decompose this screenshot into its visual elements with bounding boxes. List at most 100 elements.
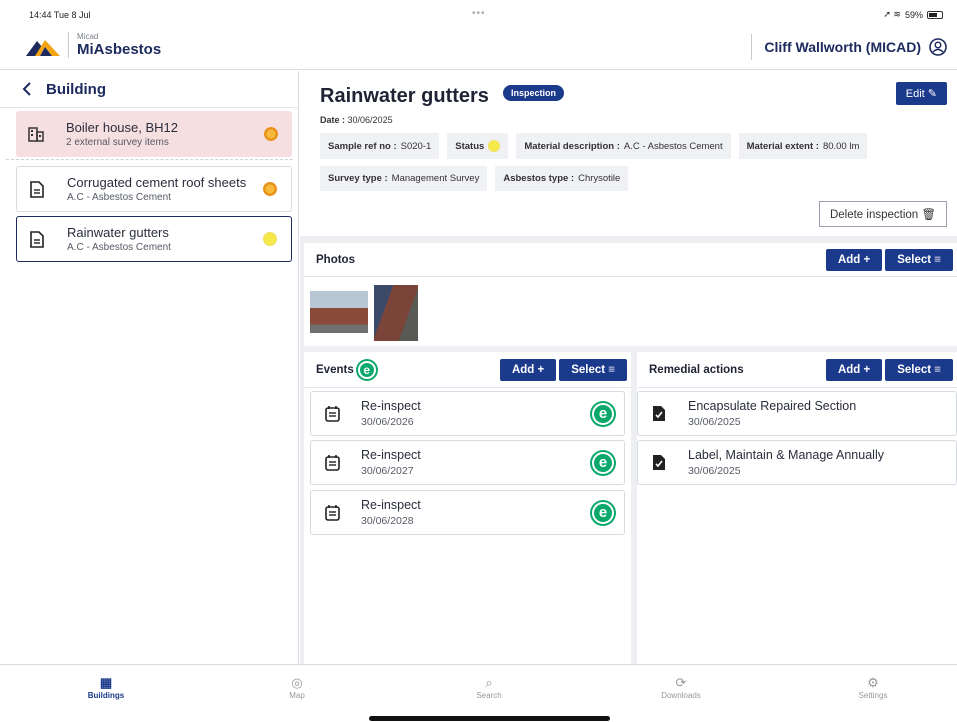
- event-e-icon: e: [357, 360, 376, 379]
- sidebar-item-subtitle: 2 external survey items: [66, 137, 169, 148]
- field-material-extent: Material extent :80.00 lm: [738, 133, 868, 159]
- events-add-button[interactable]: Add +: [499, 358, 557, 381]
- status-dot-icon: [264, 127, 278, 141]
- calendar-icon: [321, 454, 343, 471]
- sidebar-item-subtitle: A.C - Asbestos Cement: [67, 242, 171, 253]
- field-status: Status: [447, 133, 509, 159]
- wifi-icon: ➚ ≋: [883, 9, 901, 19]
- search-icon: ⌕: [485, 675, 493, 690]
- photo-thumbnail[interactable]: [310, 291, 368, 333]
- chevron-left-icon: [22, 82, 31, 96]
- calendar-icon: [321, 405, 343, 422]
- inspection-date: Date : 30/06/2025: [320, 115, 393, 125]
- event-title: Re-inspect: [361, 498, 421, 512]
- photos-header: Photos Add + Select ≡: [304, 243, 957, 277]
- document-check-icon: [648, 405, 670, 422]
- tab-downloads[interactable]: ⟳ Downloads: [621, 675, 741, 700]
- photo-thumbnail[interactable]: [374, 285, 418, 341]
- edit-button[interactable]: Edit ✎: [895, 82, 947, 105]
- sidebar-item-boiler-house[interactable]: Boiler house, BH12 2 external survey ite…: [16, 111, 292, 157]
- field-asbestos-type: Asbestos type : Chrysotile: [495, 166, 629, 191]
- brand: Micad MiAsbestos: [68, 32, 161, 58]
- event-date: 30/06/2028: [361, 515, 414, 527]
- sidebar-item-roof-sheets[interactable]: Corrugated cement roof sheets A.C - Asbe…: [16, 166, 292, 212]
- field-sample-ref: Sample ref no : S020-1: [320, 133, 440, 159]
- sidebar-item-title: Rainwater gutters: [67, 225, 169, 240]
- event-card[interactable]: Re-inspect 30/06/2028 e: [310, 490, 625, 535]
- sync-icon: ⟳: [675, 675, 687, 690]
- tab-search[interactable]: ⌕ Search: [429, 675, 549, 700]
- events-panel: Events e Add + Select ≡ Re-inspect 30/06/…: [304, 352, 631, 664]
- status-dot-icon: [263, 182, 277, 196]
- remedial-add-button[interactable]: Add +: [825, 358, 883, 381]
- photos-select-button[interactable]: Select ≡: [885, 248, 953, 271]
- remedial-date: 30/06/2025: [688, 416, 741, 428]
- remedial-select-button[interactable]: Select ≡: [885, 358, 953, 381]
- field-material-description: Material description : A.C - Asbestos Cem…: [516, 133, 731, 159]
- back-button[interactable]: Building: [0, 71, 298, 107]
- remedial-card[interactable]: Label, Maintain & Manage Annually 30/06/2…: [637, 440, 957, 485]
- event-title: Re-inspect: [361, 448, 421, 462]
- user-icon: [929, 38, 947, 56]
- remedial-card[interactable]: Encapsulate Repaired Section 30/06/2025: [637, 391, 957, 436]
- events-title: Events: [316, 363, 354, 376]
- building-icon: [26, 126, 46, 142]
- tab-settings[interactable]: ⚙ Settings: [813, 675, 933, 700]
- event-e-icon: e: [592, 402, 614, 425]
- sidebar-item-subtitle: A.C - Asbestos Cement: [67, 192, 171, 203]
- tab-bar: ▦ Buildings ◎ Map ⌕ Search ⟳ Downloads ⚙…: [0, 664, 957, 722]
- multitask-dots[interactable]: •••: [472, 8, 486, 19]
- app-header: Micad MiAsbestos Cliff Wallworth (MICAD): [0, 24, 957, 70]
- document-check-icon: [648, 454, 670, 471]
- gear-icon: ⚙: [867, 675, 879, 690]
- pencil-icon: ✎: [927, 88, 937, 100]
- field-row-1: Sample ref no : S020-1 Status Material de…: [320, 133, 940, 159]
- trash-icon: 🗑: [921, 209, 936, 221]
- inspection-badge: Inspection: [503, 85, 565, 101]
- event-e-icon: e: [592, 451, 614, 474]
- event-card[interactable]: Re-inspect 30/06/2026 e: [310, 391, 625, 436]
- status-bar: 14:44 Tue 8 Jul ••• ➚ ≋ 59%: [0, 0, 957, 24]
- home-indicator[interactable]: [369, 716, 610, 721]
- field-row-2: Survey type : Management Survey Asbestos …: [320, 166, 940, 191]
- event-date: 30/06/2027: [361, 465, 414, 477]
- sidebar-item-rainwater-gutters[interactable]: Rainwater gutters A.C - Asbestos Cement: [16, 216, 292, 262]
- inspection-detail: Rainwater gutters Inspection Edit ✎ Date…: [300, 71, 957, 236]
- photos-title: Photos: [316, 253, 355, 266]
- user-name: Cliff Wallworth (MICAD): [764, 39, 921, 55]
- document-icon: [27, 180, 47, 198]
- date-value: 30/06/2025: [347, 115, 393, 125]
- delete-label: Delete inspection: [829, 209, 919, 221]
- date-label: Date :: [320, 115, 346, 125]
- tab-buildings[interactable]: ▦ Buildings: [46, 675, 166, 700]
- tab-label: Downloads: [661, 691, 701, 700]
- photos-panel: Photos Add + Select ≡: [304, 243, 957, 346]
- map-icon: ◎: [291, 675, 303, 690]
- photos-add-button[interactable]: Add +: [825, 248, 883, 271]
- document-icon: [27, 230, 47, 248]
- event-title: Re-inspect: [361, 399, 421, 413]
- brand-name: MiAsbestos: [77, 41, 162, 58]
- delete-inspection-button[interactable]: Delete inspection 🗑: [818, 201, 947, 227]
- tab-label: Map: [289, 691, 305, 700]
- status-dot-icon: [488, 140, 501, 152]
- remedial-header: Remedial actions Add + Select ≡: [637, 352, 957, 388]
- remedial-title: Encapsulate Repaired Section: [688, 399, 857, 413]
- events-select-button[interactable]: Select ≡: [559, 358, 627, 381]
- user-menu[interactable]: Cliff Wallworth (MICAD): [751, 34, 947, 60]
- calendar-icon: [321, 504, 343, 521]
- battery-icon: [927, 10, 943, 19]
- events-header: Events e Add + Select ≡: [304, 352, 631, 388]
- page-title: Rainwater gutters: [320, 85, 489, 107]
- remedial-date: 30/06/2025: [688, 465, 741, 477]
- event-card[interactable]: Re-inspect 30/06/2027 e: [310, 440, 625, 485]
- main-content: Rainwater gutters Inspection Edit ✎ Date…: [300, 71, 957, 664]
- buildings-icon: ▦: [99, 675, 113, 690]
- brand-small: Micad: [77, 32, 99, 41]
- tab-label: Settings: [858, 691, 888, 700]
- battery-percent: 59%: [904, 9, 923, 20]
- tab-map[interactable]: ◎ Map: [237, 675, 357, 700]
- tab-label: Search: [476, 691, 502, 700]
- tab-label: Buildings: [87, 691, 125, 700]
- sidebar-item-title: Corrugated cement roof sheets: [67, 175, 247, 190]
